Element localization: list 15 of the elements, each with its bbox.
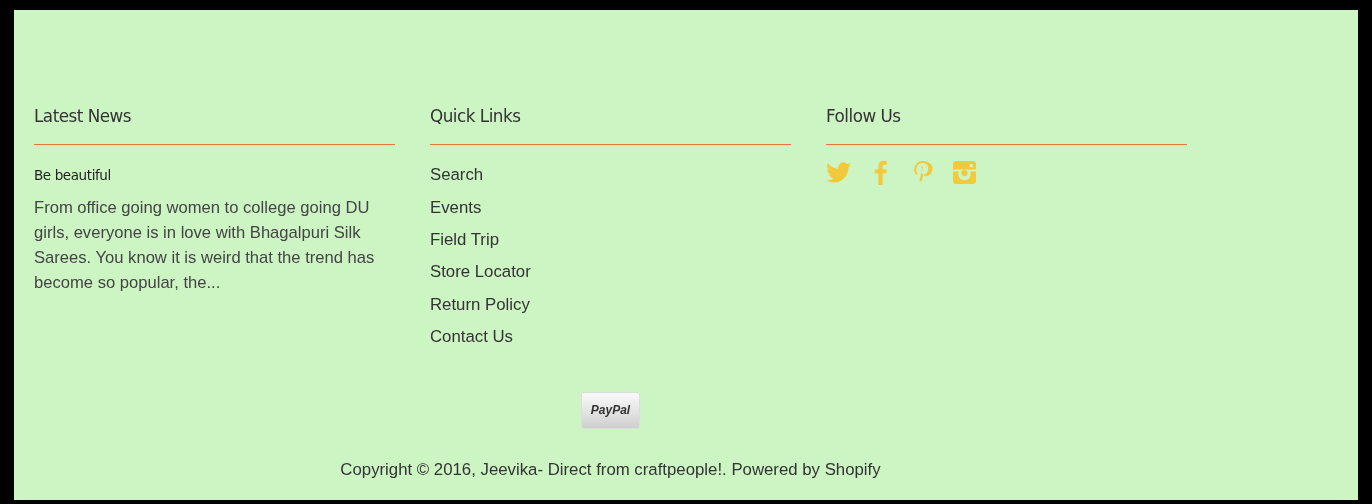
footer-link[interactable]: Events xyxy=(430,196,482,219)
column-heading: Follow Us xyxy=(826,106,1187,146)
article-excerpt: From office going women to college going DU girls, everyone is in love with Bhagalpuri Silk Sarees. You know it is weird that the trend has become so popular, the... xyxy=(34,197,376,295)
footer-link[interactable]: Search xyxy=(430,164,484,187)
bird-icon[interactable] xyxy=(826,160,851,186)
footer-link[interactable]: Contact Us xyxy=(430,326,513,349)
article-title-link[interactable]: Be beautiful xyxy=(34,165,111,186)
column-heading: Quick Links xyxy=(430,106,791,146)
footer-link[interactable]: Store Locator xyxy=(430,261,531,284)
column-heading: Latest News xyxy=(34,106,395,146)
camera-icon[interactable] xyxy=(952,160,977,186)
copyright-text: Copyright © 2016, Jeevika- Direct from craftpeople!. Powered by Shopify xyxy=(340,459,881,479)
footer-link[interactable]: Field Trip xyxy=(430,228,499,251)
paypal-badge: PayPal xyxy=(581,391,640,429)
footer-link[interactable]: Return Policy xyxy=(430,293,530,316)
